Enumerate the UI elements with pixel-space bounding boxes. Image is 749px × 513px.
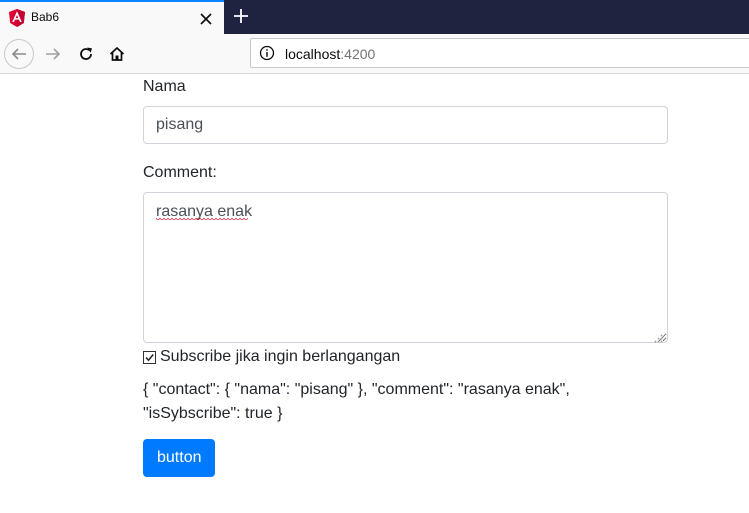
new-tab-icon[interactable] <box>230 5 252 27</box>
browser-tab[interactable]: Bab6 <box>0 0 224 34</box>
browser-navigation-bar: localhost:4200 <box>0 34 749 74</box>
close-tab-icon[interactable] <box>196 9 216 29</box>
back-icon[interactable] <box>4 39 34 69</box>
url-host: localhost <box>285 46 341 62</box>
url-port: :4200 <box>340 46 376 62</box>
comment-textarea[interactable]: rasanya enak <box>143 192 668 343</box>
url-bar[interactable]: localhost:4200 <box>250 38 749 68</box>
subscribe-row: Subscribe jika ingin berlangangan <box>143 347 400 367</box>
nama-input[interactable] <box>143 106 668 144</box>
reload-icon[interactable] <box>71 39 101 69</box>
angular-icon <box>9 9 25 27</box>
submit-button[interactable]: button <box>143 439 216 477</box>
tab-title: Bab6 <box>31 10 60 24</box>
home-icon[interactable] <box>102 39 132 69</box>
checkmark-icon <box>145 353 154 361</box>
url-text: localhost:4200 <box>285 46 375 62</box>
forward-icon[interactable] <box>38 39 68 69</box>
form-json-output: { "contact": { "nama": "pisang" }, "comm… <box>143 381 570 422</box>
comment-label: Comment: <box>143 164 217 181</box>
browser-tab-bar: Bab6 <box>0 0 749 34</box>
subscribe-checkbox[interactable] <box>143 350 156 364</box>
nama-label: Nama <box>143 78 186 95</box>
subscribe-label: Subscribe jika ingin berlangangan <box>160 348 401 365</box>
info-icon[interactable] <box>259 45 275 61</box>
